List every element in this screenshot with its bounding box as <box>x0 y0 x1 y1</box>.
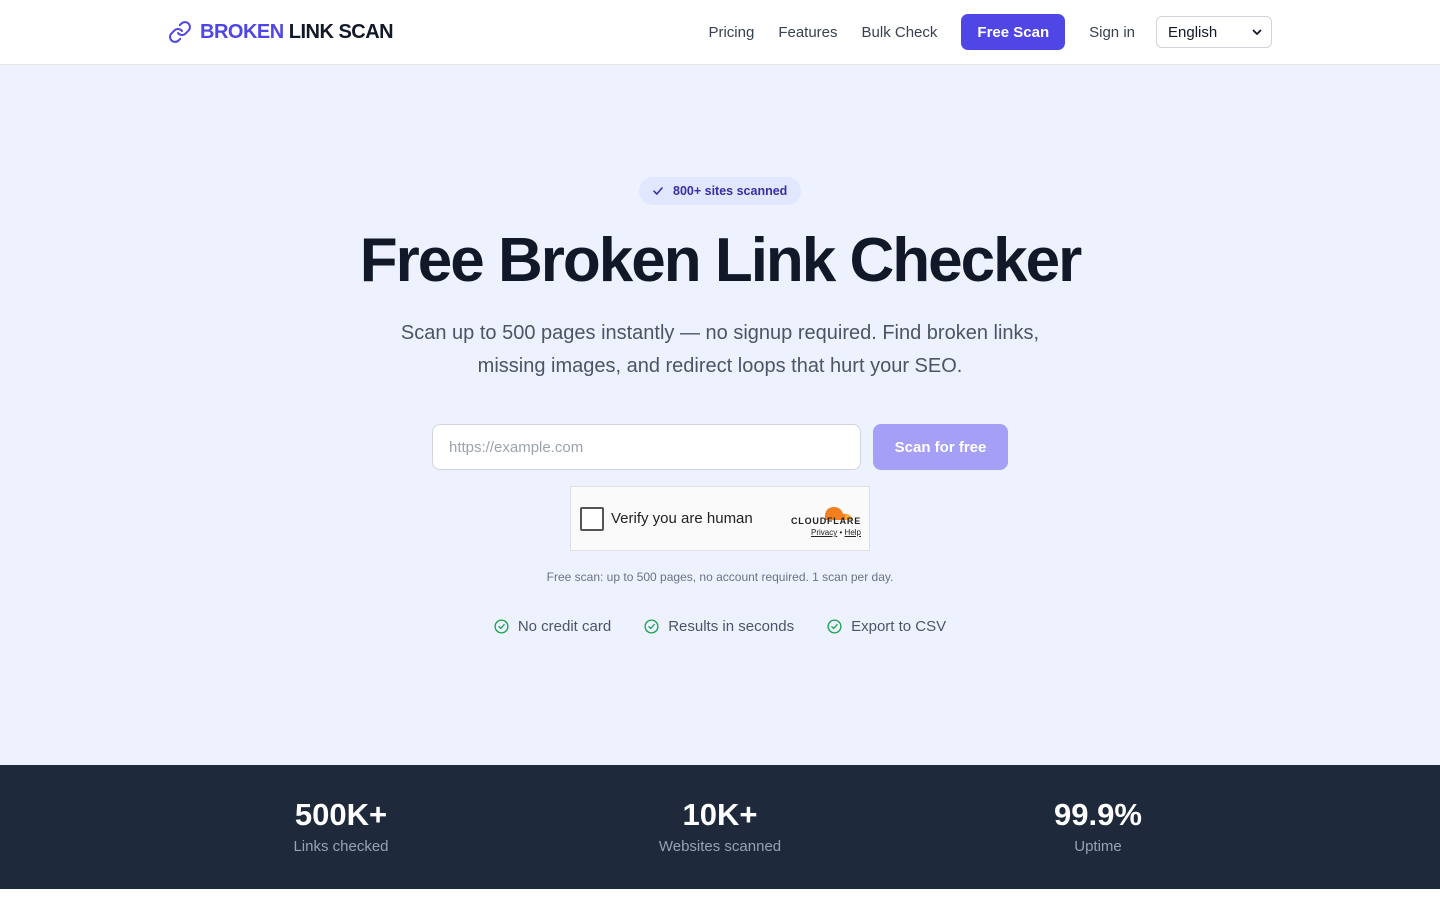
stat-label: Links checked <box>293 838 389 855</box>
feature-label: Results in seconds <box>668 618 795 635</box>
captcha-links: Privacy • Help <box>811 528 861 537</box>
stat-value: 99.9% <box>1054 797 1142 832</box>
sites-scanned-badge: 800+ sites scanned <box>639 177 801 205</box>
logo-text-broken: BROKEN <box>200 20 284 43</box>
captcha-label: Verify you are human <box>611 510 753 527</box>
stats-section: 500K+ Links checked 10K+ Websites scanne… <box>0 765 1440 889</box>
logo-link[interactable]: BROKEN LINK SCAN <box>168 19 394 45</box>
language-select[interactable]: English <box>1156 16 1272 48</box>
check-circle-icon <box>494 619 509 634</box>
badge-text: 800+ sites scanned <box>673 184 788 198</box>
sign-in-link[interactable]: Sign in <box>1089 24 1135 41</box>
nav-link-pricing[interactable]: Pricing <box>708 24 754 41</box>
nav-link-features[interactable]: Features <box>778 24 837 41</box>
page-title: Free Broken Link Checker <box>359 226 1082 295</box>
captcha-widget: Verify you are human CLOUDFLARE Privacy … <box>570 486 870 551</box>
check-circle-icon <box>827 619 842 634</box>
site-header: BROKEN LINK SCAN Pricing Features Bulk C… <box>0 0 1440 65</box>
logo-text-link-scan: LINK SCAN <box>288 20 394 43</box>
feature-list: No credit card Results in seconds Export… <box>0 618 1440 635</box>
stat-value: 500K+ <box>294 797 388 832</box>
stat-uptime: 99.9% Uptime <box>978 797 1218 855</box>
captcha-links-separator: • <box>839 528 843 537</box>
feature-item: Export to CSV <box>827 618 946 635</box>
main-nav: Pricing Features Bulk Check Free Scan Si… <box>708 14 1272 50</box>
logo-text: BROKEN LINK SCAN <box>200 20 394 44</box>
stat-websites-scanned: 10K+ Websites scanned <box>600 797 840 855</box>
link-icon <box>169 21 191 43</box>
stat-label: Uptime <box>1074 838 1122 855</box>
hero-section: 800+ sites scanned Free Broken Link Chec… <box>0 65 1440 765</box>
scan-for-free-button[interactable]: Scan for free <box>873 424 1008 470</box>
chevron-down-icon <box>1252 29 1262 35</box>
check-icon <box>653 187 663 195</box>
free-scan-button[interactable]: Free Scan <box>961 14 1066 50</box>
nav-link-bulk-check[interactable]: Bulk Check <box>862 24 938 41</box>
feature-item: No credit card <box>494 618 611 635</box>
cloudflare-wordmark: CLOUDFLARE <box>791 516 861 526</box>
check-circle-icon <box>644 619 659 634</box>
feature-label: Export to CSV <box>851 618 947 635</box>
free-scan-note: Free scan: up to 500 pages, no account r… <box>546 570 894 584</box>
page-bottom <box>0 889 1440 900</box>
captcha-privacy-link[interactable]: Privacy <box>811 528 837 537</box>
captcha-checkbox[interactable] <box>580 507 604 531</box>
stat-value: 10K+ <box>682 797 758 832</box>
language-select-value: English <box>1168 23 1218 41</box>
captcha-help-link[interactable]: Help <box>845 528 861 537</box>
hero-subtitle: Scan up to 500 pages instantly — no sign… <box>400 322 1040 377</box>
feature-label: No credit card <box>517 618 612 635</box>
stat-label: Websites scanned <box>658 838 782 855</box>
feature-item: Results in seconds <box>644 618 794 635</box>
stat-links-checked: 500K+ Links checked <box>221 797 461 855</box>
url-input[interactable] <box>432 424 861 470</box>
